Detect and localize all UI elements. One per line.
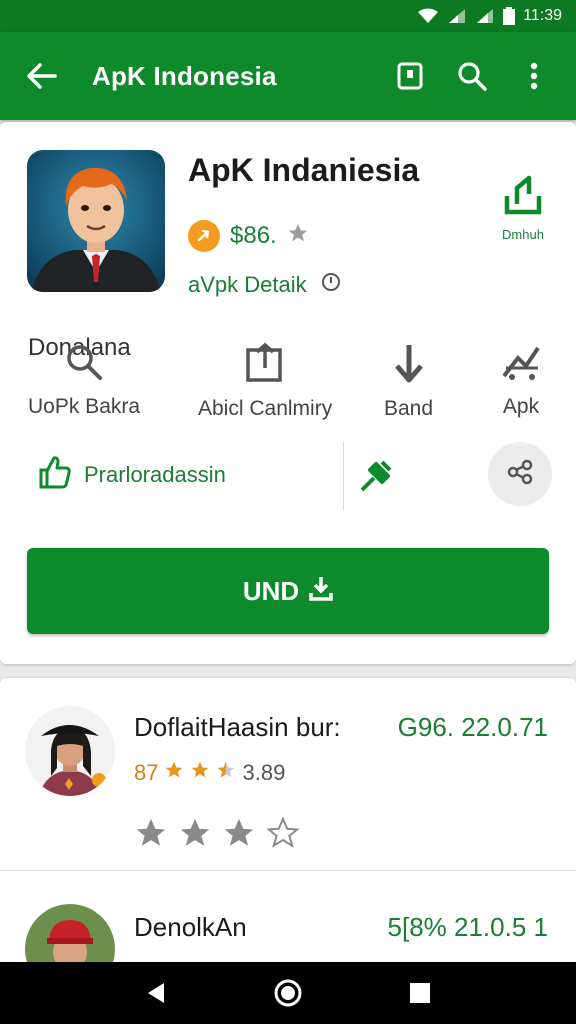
signal-icon: [475, 8, 495, 24]
app-icon: [27, 150, 165, 292]
app-detail-link[interactable]: aVpk Detaik: [188, 272, 341, 298]
review-value: G96. 22.0.71: [397, 712, 548, 742]
app-bar: ApK Indonesia: [0, 32, 576, 120]
down-arrow-icon: [389, 342, 429, 389]
back-nav-icon[interactable]: [136, 973, 176, 1013]
star-icon: [287, 222, 309, 251]
rating-row: $86.: [188, 220, 309, 252]
share-button[interactable]: [488, 442, 552, 506]
share-icon: [505, 459, 535, 490]
system-nav-bar: [0, 962, 576, 1024]
app-details-card: ApK Indaniesia $86. aVpk Detaik Dmhuh Do…: [0, 122, 576, 664]
thumbs-up-icon: [38, 454, 72, 496]
category-label: Band: [384, 397, 434, 420]
download-icon: [503, 174, 543, 221]
recents-nav-icon[interactable]: [400, 973, 440, 1013]
divider: [343, 442, 344, 510]
signal-icon: [447, 8, 467, 24]
category-label: Apk: [502, 395, 540, 418]
battery-icon: [503, 7, 516, 25]
category-item[interactable]: UoPk Bakra: [28, 342, 140, 419]
category-label: Abicl Canlmiry: [198, 397, 333, 420]
star-half-icon: [216, 760, 236, 786]
review-value: 5[8% 21.0.5 1: [387, 912, 548, 942]
score-extra: 3.89: [242, 760, 286, 785]
clock-time: 11:39: [523, 7, 562, 24]
score-number: 87: [134, 760, 159, 785]
reviewer-name: DenolkAn: [134, 912, 247, 942]
reviewer-name: DoflaitHaasin bur:: [134, 712, 341, 742]
bookmark-icon[interactable]: [390, 56, 430, 96]
download-label: Dmhuh: [502, 227, 544, 242]
avatar: [25, 904, 115, 968]
pin-icon: [358, 460, 394, 498]
magnify-icon: [62, 342, 106, 387]
install-button[interactable]: UND: [27, 548, 549, 634]
download-side-button[interactable]: Dmhuh: [488, 174, 558, 242]
star-filled-icon: [164, 760, 184, 786]
back-arrow-icon[interactable]: [22, 56, 62, 96]
rating-badge-icon: [188, 220, 220, 252]
install-label: UND: [242, 575, 300, 606]
pin-button[interactable]: [358, 458, 394, 499]
category-item[interactable]: Band: [384, 342, 433, 421]
upload-box-icon: [245, 342, 285, 389]
category-item[interactable]: Apk: [500, 342, 542, 419]
preference-button[interactable]: Prarloradassin: [38, 454, 226, 496]
info-icon: [321, 272, 341, 298]
more-options-icon[interactable]: [514, 56, 554, 96]
star-empty-icon: [266, 816, 300, 855]
action-row: Prarloradassin: [0, 442, 576, 512]
wifi-icon: [417, 8, 439, 24]
status-bar: 11:39: [0, 0, 576, 32]
chart-icon: [500, 342, 542, 387]
star-filled-icon: [190, 760, 210, 786]
category-label: UoPk Bakra: [28, 395, 141, 418]
star-filled-icon: [134, 816, 168, 855]
rating-stars: [134, 816, 300, 855]
app-bar-title: ApK Indonesia: [92, 60, 277, 91]
home-nav-icon[interactable]: [268, 973, 308, 1013]
divider: [0, 870, 576, 871]
review-score: 87 3.89: [134, 760, 285, 786]
category-item[interactable]: Abicl Canlmiry: [198, 342, 332, 421]
search-icon[interactable]: [452, 56, 492, 96]
avatar: [25, 706, 115, 796]
star-filled-icon: [178, 816, 212, 855]
app-name: ApK Indaniesia: [188, 152, 420, 188]
star-filled-icon: [222, 816, 256, 855]
reviews-card: DoflaitHaasin bur: G96. 22.0.71 87 3.89 …: [0, 678, 576, 968]
preference-label: Prarloradassin: [84, 462, 226, 487]
rating-value: $86.: [230, 222, 277, 249]
detail-label: aVpk Detaik: [188, 272, 307, 297]
download-icon: [309, 575, 333, 608]
